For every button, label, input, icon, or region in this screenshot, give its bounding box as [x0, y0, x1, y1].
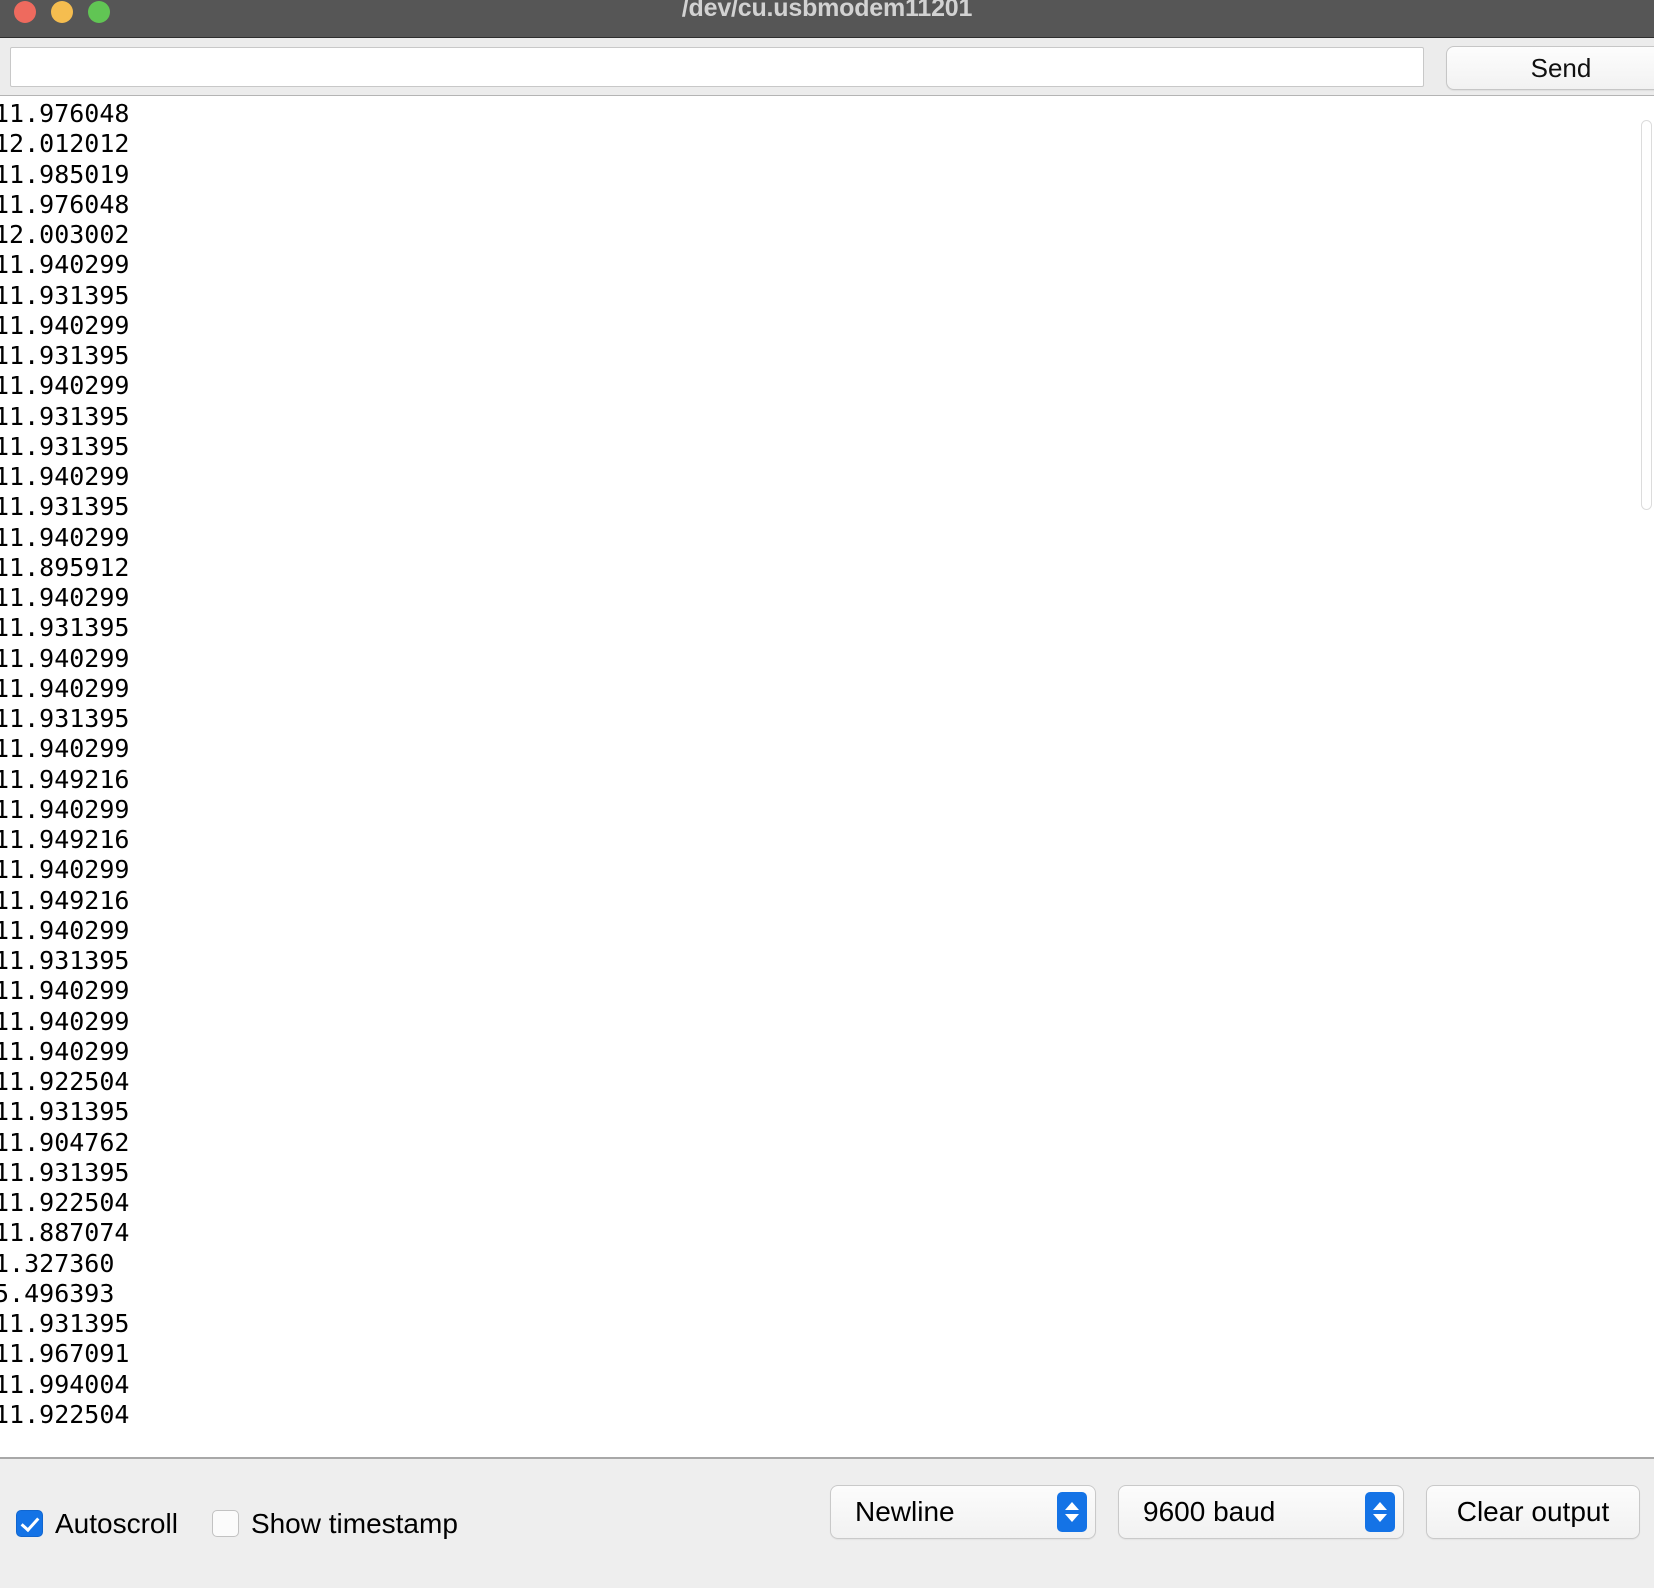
serial-monitor-window: /dev/cu.usbmodem11201 Send 11.976048 12.0… [0, 0, 1654, 1588]
serial-output-line: 11.931395 [0, 492, 130, 522]
close-button[interactable] [14, 1, 36, 23]
serial-output-line: 5.496393 [0, 1278, 115, 1308]
serial-output-line: 11.940299 [0, 1006, 130, 1036]
serial-output-line: 11.931395 [0, 704, 130, 733]
window-controls [14, 1, 110, 23]
serial-output-line: 11.931395 [0, 401, 130, 431]
chevron-updown-icon[interactable] [1365, 1492, 1395, 1532]
window-title: /dev/cu.usbmodem11201 [681, 0, 973, 22]
serial-output-line: 11.994004 [0, 1369, 130, 1399]
serial-output-line: 11.940299 [0, 915, 130, 945]
show-timestamp-checkbox-row[interactable]: Show timestamp [211, 1507, 458, 1540]
serial-output-line: 11.940299 [0, 462, 130, 491]
serial-output-area: 11.976048 12.012012 11.985019 11.976048 12.0… [0, 96, 1654, 1457]
serial-output-line: 11.949216 [0, 885, 130, 915]
serial-output-line: 11.940299 [0, 794, 130, 824]
serial-output-line: 11.904762 [0, 1127, 130, 1157]
serial-output-line: 11.931395 [0, 946, 130, 975]
serial-output-line: 11.931395 [0, 341, 130, 370]
serial-output-line: 11.887074 [0, 1218, 130, 1248]
serial-output-line: 11.931395 [0, 613, 130, 643]
chevron-up-icon [1065, 1502, 1079, 1510]
serial-output-line: 11.940299 [0, 522, 130, 552]
serial-output-line: 11.940299 [0, 250, 130, 280]
serial-output-line: 11.931395 [0, 1097, 130, 1127]
baud-rate-select[interactable]: 9600 baud [1118, 1485, 1404, 1539]
serial-output-line: 11.940299 [0, 734, 130, 764]
autoscroll-checkbox-row[interactable]: Autoscroll [16, 1508, 178, 1540]
autoscroll-label: Autoscroll [55, 1507, 178, 1539]
serial-output-line: 11.940299 [0, 583, 130, 612]
send-button[interactable]: Send [1446, 46, 1654, 90]
window-titlebar: /dev/cu.usbmodem11201 [0, 0, 1654, 38]
serial-output-line: 12.003002 [0, 220, 130, 249]
autoscroll-checkbox[interactable] [16, 1510, 43, 1537]
serial-output-line: 11.976048 [0, 189, 130, 219]
chevron-updown-icon[interactable] [1057, 1492, 1087, 1532]
serial-output-line: 11.931395 [0, 431, 130, 461]
serial-output-line: 11.922504 [0, 1399, 130, 1429]
serial-send-input[interactable] [10, 46, 1424, 87]
show-timestamp-checkbox[interactable] [211, 1510, 239, 1537]
serial-output-line: 11.940299 [0, 976, 130, 1006]
line-ending-select[interactable]: Newline [830, 1485, 1096, 1539]
serial-output-line: 11.940299 [0, 673, 130, 703]
serial-output-line: 11.940299 [0, 1036, 130, 1066]
serial-output-line: 11.931395 [0, 1157, 130, 1187]
serial-output-line: 11.949216 [0, 825, 130, 854]
serial-output-line: 11.922504 [0, 1067, 130, 1096]
bottom-toolbar: Autoscroll Show timestamp Newline 9600 b… [0, 1457, 1654, 1588]
serial-output-line: 11.985019 [0, 159, 130, 189]
serial-output-log[interactable]: 11.976048 12.012012 11.985019 11.976048 12.0… [0, 96, 1654, 1457]
serial-output-line: 11.949216 [0, 764, 130, 794]
serial-output-line: 11.940299 [0, 643, 130, 673]
output-scrollbar[interactable] [1638, 96, 1654, 1457]
serial-output-line: 11.931395 [0, 280, 130, 310]
show-timestamp-label: Show timestamp [250, 1507, 458, 1539]
serial-output-line: 11.940299 [0, 310, 130, 340]
serial-output-line: 11.895912 [0, 552, 130, 582]
line-ending-value: Newline [855, 1496, 955, 1527]
chevron-down-icon [1373, 1514, 1387, 1522]
serial-output-line: 11.967091 [0, 1339, 130, 1369]
serial-output-line: 11.922504 [0, 1188, 130, 1217]
send-bar: Send [0, 38, 1654, 96]
serial-output-line: 11.940299 [0, 371, 130, 401]
chevron-up-icon [1373, 1502, 1387, 1510]
chevron-down-icon [1065, 1514, 1079, 1522]
output-scrollbar-thumb[interactable] [1641, 120, 1652, 510]
clear-output-button[interactable]: Clear output [1426, 1485, 1640, 1539]
serial-output-line: 11.976048 [0, 99, 130, 128]
minimize-button[interactable] [51, 1, 73, 23]
maximize-button[interactable] [88, 1, 110, 23]
serial-output-line: 12.012012 [0, 129, 130, 159]
baud-rate-value: 9600 baud [1143, 1496, 1276, 1527]
serial-output-line: 11.940299 [0, 855, 130, 885]
toolbar-right-group: Newline 9600 baud Clear output [830, 1485, 1640, 1539]
serial-output-line: 1.327360 [0, 1248, 115, 1278]
serial-output-line: 11.931395 [0, 1309, 130, 1338]
